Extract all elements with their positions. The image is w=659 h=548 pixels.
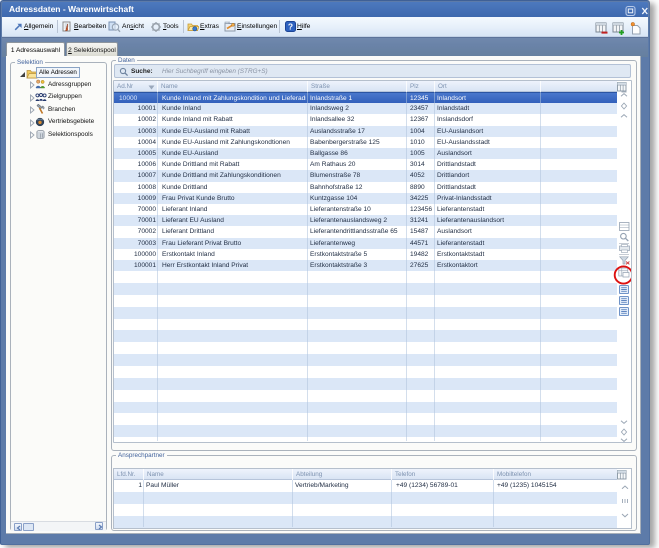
svg-text:?: ? <box>288 21 293 31</box>
